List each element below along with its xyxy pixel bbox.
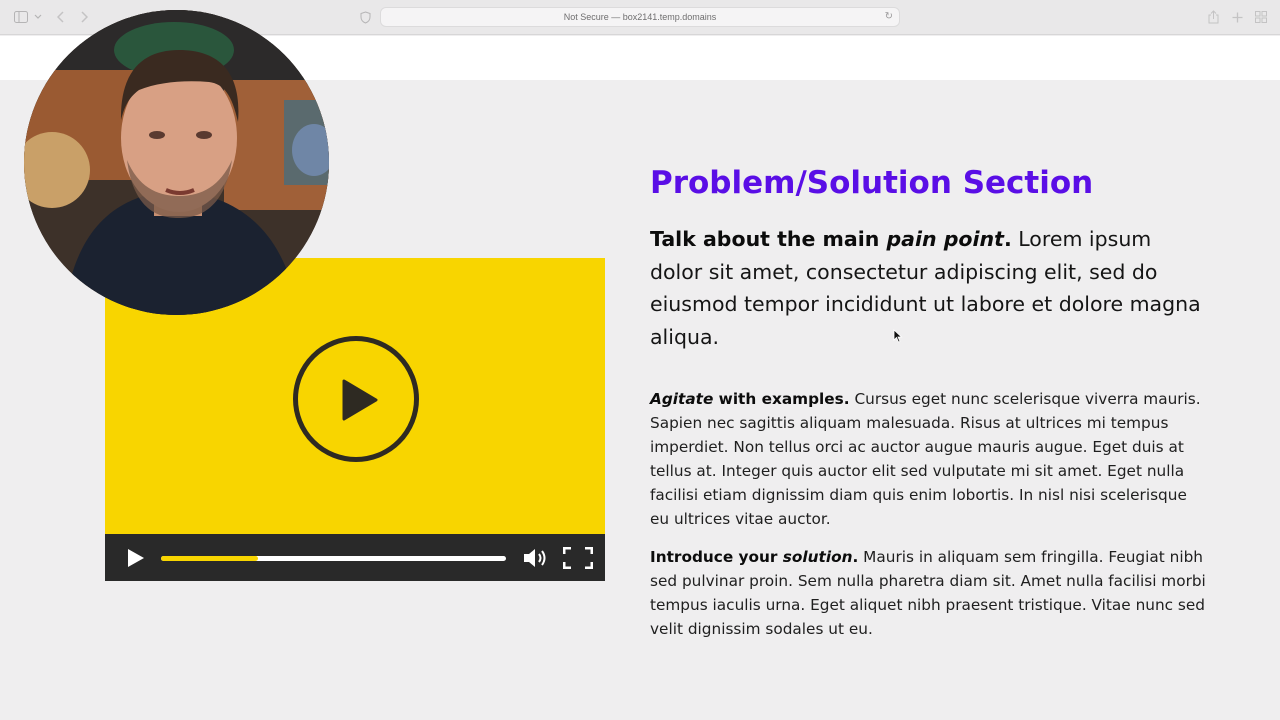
solution-paragraph: Introduce your solution. Mauris in aliqu…	[650, 545, 1210, 641]
chevron-down-icon[interactable]	[33, 9, 43, 25]
sidebar-toggle-icon[interactable]	[12, 9, 30, 25]
problem-solution-section: Problem/Solution Section Talk about the …	[650, 165, 1210, 641]
play-icon	[342, 379, 378, 421]
progress-bar[interactable]	[161, 556, 506, 561]
big-play-button[interactable]	[293, 336, 419, 462]
new-tab-icon[interactable]	[1230, 9, 1244, 25]
reload-icon[interactable]: ↻	[885, 11, 893, 22]
forward-icon[interactable]	[78, 9, 90, 25]
presenter-image	[24, 10, 329, 315]
pain-point-paragraph: Talk about the main pain point. Lorem ip…	[650, 223, 1210, 353]
volume-icon[interactable]	[523, 547, 549, 569]
section-heading: Problem/Solution Section	[650, 165, 1094, 201]
play-icon[interactable]	[127, 548, 145, 568]
presenter-webcam	[24, 10, 329, 315]
solution-emphasis: solution	[782, 548, 853, 566]
privacy-shield-icon[interactable]	[358, 9, 372, 25]
agitate-emphasis: Agitate	[650, 390, 714, 408]
address-text: Not Secure — box2141.temp.domains	[563, 12, 717, 22]
share-icon[interactable]	[1206, 9, 1220, 25]
pain-point-bold: Talk about the main	[650, 227, 887, 251]
agitate-text: Cursus eget nunc scelerisque viverra mau…	[650, 390, 1201, 528]
solution-bold: Introduce your	[650, 548, 783, 566]
address-bar[interactable]: Not Secure — box2141.temp.domains ↻	[380, 7, 900, 27]
tab-overview-icon[interactable]	[1254, 9, 1268, 25]
fullscreen-icon[interactable]	[563, 547, 593, 569]
back-icon[interactable]	[55, 9, 67, 25]
pain-point-period: .	[1003, 227, 1012, 251]
agitate-bold: with examples.	[713, 390, 850, 408]
agitate-paragraph: Agitate with examples. Cursus eget nunc …	[650, 387, 1210, 531]
pain-point-emphasis: pain point	[886, 227, 1004, 251]
progress-fill	[161, 556, 258, 561]
video-controls	[105, 534, 605, 581]
mouse-cursor-icon	[893, 329, 903, 343]
